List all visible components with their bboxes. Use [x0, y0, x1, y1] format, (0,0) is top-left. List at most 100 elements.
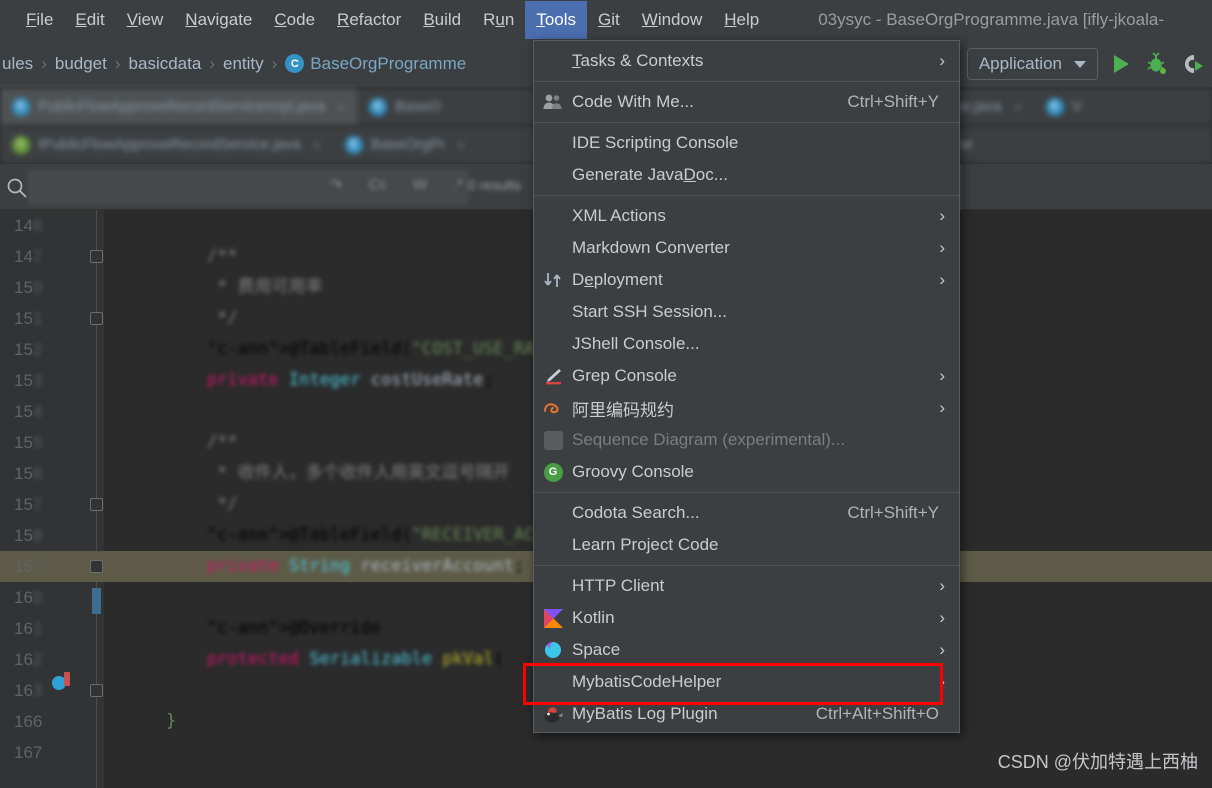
- line-number: 157: [14, 495, 43, 514]
- menu-item-label: Space: [572, 640, 621, 659]
- menu-item-deployment[interactable]: Deployment ›: [534, 264, 959, 296]
- menu-item-alibaba-coding-guidelines[interactable]: 阿里编码规约 ›: [534, 392, 959, 424]
- menu-item-codota-search[interactable]: Codota Search... Ctrl+Shift+Y: [534, 497, 959, 529]
- regex-toggle[interactable]: .*: [453, 176, 463, 194]
- run-button[interactable]: [1108, 51, 1134, 77]
- line-number: 151: [14, 309, 43, 328]
- menu-navigate[interactable]: Navigate: [174, 1, 263, 39]
- ide-window: File Edit View Navigate Code Refactor Bu…: [0, 0, 1212, 788]
- breadcrumb-item-0[interactable]: ules: [2, 54, 33, 74]
- editor-tab[interactable]: C V: [1034, 88, 1094, 126]
- line-number: 153: [14, 371, 43, 390]
- menu-item-generate-javadoc[interactable]: Generate JavaDoc...: [534, 159, 959, 191]
- editor-tab[interactable]: C BaseO: [357, 88, 453, 126]
- menu-git[interactable]: Git: [587, 1, 631, 39]
- editor-tab[interactable]: C BaseOrgPr ×: [333, 126, 477, 164]
- breadcrumb: ules › budget › basicdata › entity › C B…: [0, 54, 466, 74]
- menu-item-icon-wrap: [534, 392, 572, 424]
- editor-tab[interactable]: I IPublicFlowApproveRecordService.java ×: [0, 126, 333, 164]
- menu-item-label: Codota Search...: [572, 503, 700, 522]
- close-icon[interactable]: ×: [337, 99, 345, 115]
- menu-refactor[interactable]: Refactor: [326, 1, 412, 39]
- menu-file[interactable]: File: [15, 1, 64, 39]
- fold-marker-icon[interactable]: [90, 684, 103, 697]
- menu-separator: [534, 195, 959, 196]
- breadcrumb-item-1[interactable]: budget: [55, 54, 107, 74]
- line-number: 154: [14, 402, 43, 421]
- menu-window-rest: indow: [657, 10, 703, 29]
- menu-item-label: Kotlin: [572, 608, 615, 627]
- match-case-toggle[interactable]: Cc: [369, 176, 387, 194]
- fold-marker-icon[interactable]: [90, 312, 103, 325]
- menu-item-label: Learn Project Code: [572, 535, 719, 554]
- deployment-updown-icon: [544, 273, 561, 287]
- java-class-icon: C: [12, 97, 30, 116]
- editor-tab-label: BaseOrgPr: [370, 136, 446, 153]
- menu-item-kotlin[interactable]: Kotlin ›: [534, 602, 959, 634]
- menu-item-icon-wrap: [534, 602, 572, 634]
- editor-vertical-splitter[interactable]: [960, 164, 962, 210]
- menu-item-xml-actions[interactable]: XML Actions ›: [534, 200, 959, 232]
- java-class-icon: C: [1045, 97, 1064, 116]
- menu-item-markdown-converter[interactable]: Markdown Converter ›: [534, 232, 959, 264]
- menu-item-label: Groovy Console: [572, 462, 694, 481]
- menu-item-start-ssh-session[interactable]: Start SSH Session...: [534, 296, 959, 328]
- menu-separator: [534, 81, 959, 82]
- menu-view[interactable]: View: [116, 1, 175, 39]
- watermark: CSDN @伏加特遇上西柚: [997, 752, 1198, 772]
- code-line-text: "c-ann">@Override: [206, 618, 381, 638]
- menu-code[interactable]: Code: [263, 1, 326, 39]
- menu-item-mybatis-log-plugin[interactable]: MyBatis Log Plugin Ctrl+Alt+Shift+O: [534, 698, 959, 730]
- search-icon[interactable]: [5, 176, 29, 200]
- editor-tab[interactable]: C PublicFlowApproveRecordServiceImpl.jav…: [0, 87, 357, 126]
- menu-tools[interactable]: Tools: [525, 1, 588, 39]
- menu-refactor-rest: efactor: [349, 10, 402, 29]
- breadcrumb-item-3[interactable]: entity: [223, 54, 264, 74]
- chevron-right-icon: ›: [939, 608, 945, 627]
- menu-item-icon-wrap: [534, 86, 572, 118]
- menu-item-ide-scripting-console[interactable]: IDE Scripting Console: [534, 127, 959, 159]
- menu-build[interactable]: Build: [412, 1, 472, 39]
- menu-help[interactable]: Help: [713, 1, 770, 39]
- menu-item-mybatis-code-helper[interactable]: MybatisCodeHelper ›: [534, 666, 959, 698]
- code-line-text: /**: [166, 246, 238, 266]
- menu-item-space[interactable]: Space ›: [534, 634, 959, 666]
- menu-edit[interactable]: Edit: [64, 1, 115, 39]
- fold-marker-icon[interactable]: [90, 250, 103, 263]
- menu-window[interactable]: Window: [631, 1, 713, 39]
- close-icon[interactable]: ×: [457, 137, 465, 153]
- close-icon[interactable]: ×: [313, 137, 321, 153]
- search-history-icon[interactable]: ↷: [330, 176, 343, 194]
- menu-item-icon-blank: [534, 529, 572, 561]
- editor-tab-label: BaseO: [394, 98, 441, 115]
- breadcrumb-item-2[interactable]: basicdata: [129, 54, 202, 74]
- menu-item-groovy-console[interactable]: G Groovy Console: [534, 456, 959, 488]
- breadcrumb-separator-icon: ›: [41, 53, 47, 73]
- menu-code-rest: ode: [286, 10, 316, 29]
- breadcrumb-item-4[interactable]: BaseOrgProgramme: [310, 54, 466, 74]
- grep-console-icon: [546, 369, 561, 385]
- run-configuration-selector[interactable]: Application: [966, 48, 1098, 80]
- code-line-text: */: [166, 308, 238, 328]
- debug-button[interactable]: [1144, 51, 1170, 77]
- menu-item-jshell-console[interactable]: JShell Console...: [534, 328, 959, 360]
- code-line-text: }: [166, 711, 177, 731]
- menu-item-icon-wrap: [534, 424, 572, 456]
- run-with-coverage-button[interactable]: [1180, 51, 1206, 77]
- menu-item-learn-project-code[interactable]: Learn Project Code: [534, 529, 959, 561]
- fold-marker-icon[interactable]: [90, 560, 103, 573]
- menu-item-http-client[interactable]: HTTP Client ›: [534, 570, 959, 602]
- words-toggle[interactable]: W: [413, 176, 427, 194]
- menu-item-tasks-contexts[interactable]: Tasks & Contexts ›: [534, 45, 959, 77]
- menu-item-code-with-me[interactable]: Code With Me... Ctrl+Shift+Y: [534, 86, 959, 118]
- space-icon: [545, 642, 561, 658]
- close-icon[interactable]: ×: [1014, 99, 1022, 115]
- breadcrumb-separator-icon: ›: [271, 53, 278, 73]
- line-number: 166: [14, 712, 43, 731]
- fold-marker-icon[interactable]: [90, 498, 103, 511]
- find-results-count: 0 results: [468, 177, 521, 193]
- class-badge-icon: C: [285, 54, 305, 73]
- menu-item-label: Generate JavaDoc...: [572, 165, 728, 184]
- menu-item-grep-console[interactable]: Grep Console ›: [534, 360, 959, 392]
- menu-run[interactable]: Run: [472, 1, 525, 39]
